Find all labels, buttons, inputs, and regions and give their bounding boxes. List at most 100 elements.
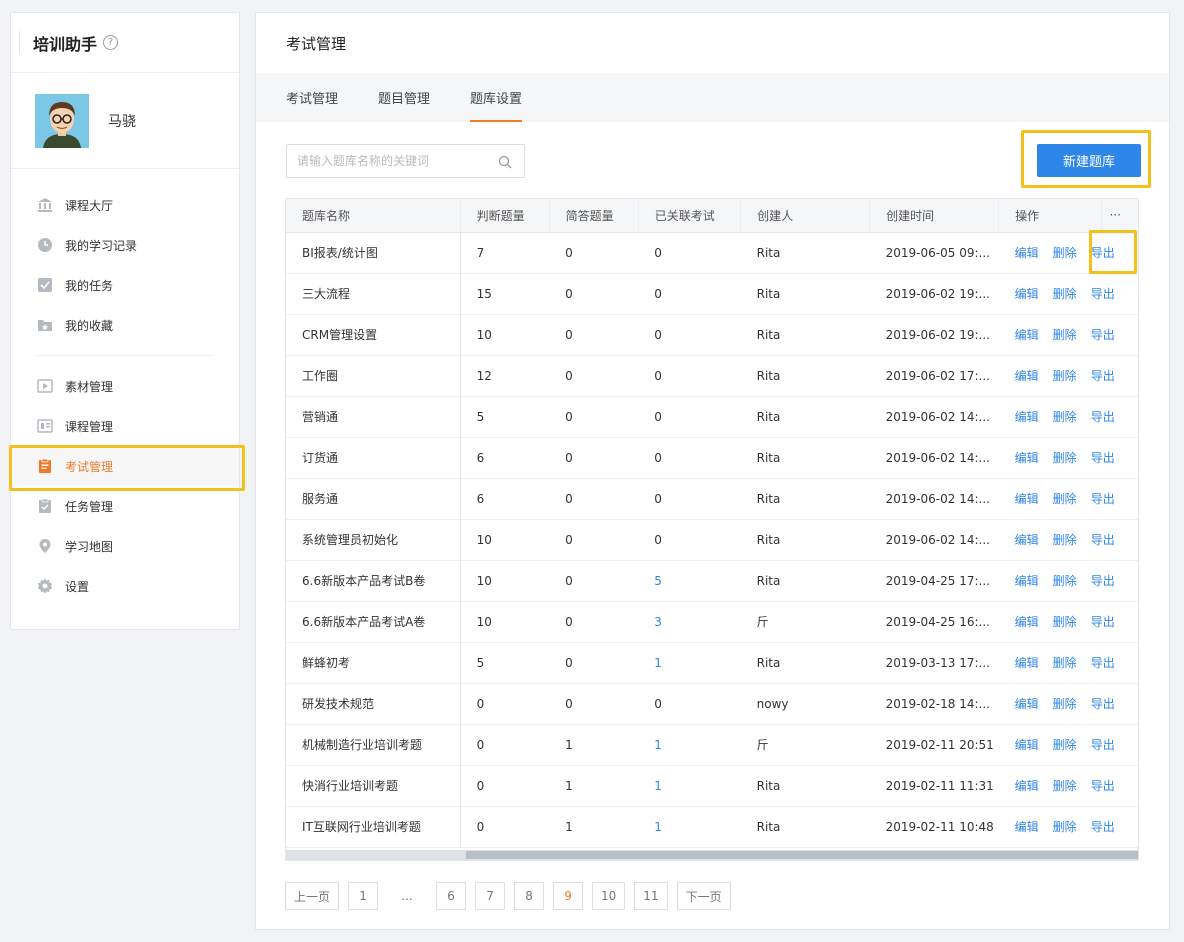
page-8[interactable]: 8 bbox=[514, 882, 545, 910]
sidebar-item-label: 学习地图 bbox=[65, 539, 114, 554]
export-link[interactable]: 导出 bbox=[1091, 492, 1115, 506]
sidebar-item-learning-record[interactable]: 我的学习记录 bbox=[11, 225, 239, 265]
delete-link[interactable]: 删除 bbox=[1053, 533, 1077, 547]
cell-ops: 编辑 删除 导出 bbox=[998, 806, 1138, 848]
delete-link[interactable]: 删除 bbox=[1053, 492, 1077, 506]
edit-link[interactable]: 编辑 bbox=[1015, 697, 1039, 711]
edit-link[interactable]: 编辑 bbox=[1015, 410, 1039, 424]
export-link[interactable]: 导出 bbox=[1091, 820, 1115, 834]
horizontal-scrollbar[interactable] bbox=[286, 850, 1138, 860]
sidebar-item-course-hall[interactable]: 课程大厅 bbox=[11, 185, 239, 225]
edit-link[interactable]: 编辑 bbox=[1015, 656, 1039, 670]
delete-link[interactable]: 删除 bbox=[1053, 820, 1077, 834]
tab-exam-manage[interactable]: 考试管理 bbox=[286, 73, 338, 122]
scrollbar-thumb[interactable] bbox=[466, 851, 1138, 859]
export-link[interactable]: 导出 bbox=[1091, 328, 1115, 342]
delete-link[interactable]: 删除 bbox=[1053, 287, 1077, 301]
page-10[interactable]: 10 bbox=[592, 882, 626, 910]
delete-link[interactable]: 删除 bbox=[1053, 369, 1077, 383]
tab-question-manage[interactable]: 题目管理 bbox=[378, 73, 430, 122]
page-11[interactable]: 11 bbox=[634, 882, 668, 910]
export-link[interactable]: 导出 bbox=[1091, 451, 1115, 465]
delete-link[interactable]: 删除 bbox=[1053, 615, 1077, 629]
column-header-name[interactable]: 题库名称 bbox=[286, 199, 461, 233]
column-header-judge[interactable]: 判断题量 bbox=[460, 199, 550, 233]
export-link[interactable]: 导出 bbox=[1091, 369, 1115, 383]
cell-created-time: 2019-06-02 14:... bbox=[869, 437, 999, 479]
sidebar-item-favorites[interactable]: 我的收藏 bbox=[11, 305, 239, 345]
export-link[interactable]: 导出 bbox=[1091, 656, 1115, 670]
bank-table: 题库名称 判断题量 简答题量 已关联考试 创建人 创建时间 操作 ··· BI报… bbox=[285, 198, 1139, 861]
export-link[interactable]: 导出 bbox=[1091, 410, 1115, 424]
sidebar-item-my-tasks[interactable]: 我的任务 bbox=[11, 265, 239, 305]
sidebar-item-settings[interactable]: 设置 bbox=[11, 566, 239, 606]
column-header-linked[interactable]: 已关联考试 bbox=[638, 199, 742, 233]
edit-link[interactable]: 编辑 bbox=[1015, 738, 1039, 752]
page-1[interactable]: 1 bbox=[348, 882, 379, 910]
column-header-creator[interactable]: 创建人 bbox=[740, 199, 871, 233]
delete-link[interactable]: 删除 bbox=[1053, 779, 1077, 793]
edit-link[interactable]: 编辑 bbox=[1015, 492, 1039, 506]
cell-linked-exams[interactable]: 1 bbox=[638, 806, 741, 848]
cell-linked-exams: 0 bbox=[638, 355, 741, 397]
delete-link[interactable]: 删除 bbox=[1053, 246, 1077, 260]
cell-essay-count: 0 bbox=[549, 683, 639, 725]
edit-link[interactable]: 编辑 bbox=[1015, 369, 1039, 383]
cell-essay-count: 0 bbox=[549, 273, 639, 315]
export-link[interactable]: 导出 bbox=[1091, 697, 1115, 711]
edit-link[interactable]: 编辑 bbox=[1015, 779, 1039, 793]
search-icon[interactable] bbox=[498, 155, 512, 172]
sidebar-item-learning-map[interactable]: 学习地图 bbox=[11, 526, 239, 566]
edit-link[interactable]: 编辑 bbox=[1015, 246, 1039, 260]
export-link[interactable]: 导出 bbox=[1091, 738, 1115, 752]
cell-linked-exams[interactable]: 5 bbox=[638, 560, 741, 602]
edit-link[interactable]: 编辑 bbox=[1015, 533, 1039, 547]
table-row: 工作圈 12 0 0 Rita 2019-06-02 17:... 编辑 删除 导出 bbox=[286, 355, 1138, 397]
delete-link[interactable]: 删除 bbox=[1053, 574, 1077, 588]
help-icon[interactable]: ? bbox=[103, 35, 119, 50]
prev-page-button[interactable]: 上一页 bbox=[285, 882, 340, 910]
tab-bar: 考试管理 题目管理 题库设置 bbox=[256, 73, 1169, 122]
export-link[interactable]: 导出 bbox=[1091, 574, 1115, 588]
edit-link[interactable]: 编辑 bbox=[1015, 574, 1039, 588]
delete-link[interactable]: 删除 bbox=[1053, 328, 1077, 342]
export-link[interactable]: 导出 bbox=[1091, 246, 1115, 260]
sidebar-item-task-manage[interactable]: 任务管理 bbox=[11, 486, 239, 526]
table-row: 6.6新版本产品考试A卷 10 0 3 斤 2019-04-25 16:... 编辑 删除 导出 bbox=[286, 601, 1138, 643]
cell-linked-exams[interactable]: 1 bbox=[638, 765, 741, 807]
column-header-time[interactable]: 创建时间 bbox=[869, 199, 1000, 233]
search-input[interactable] bbox=[297, 154, 487, 168]
export-link[interactable]: 导出 bbox=[1091, 615, 1115, 629]
cell-linked-exams[interactable]: 3 bbox=[638, 601, 741, 643]
sidebar-item-material[interactable]: 素材管理 bbox=[11, 366, 239, 406]
cell-ops: 编辑 删除 导出 bbox=[998, 519, 1138, 561]
new-bank-button[interactable]: 新建题库 bbox=[1037, 144, 1141, 177]
cell-linked-exams[interactable]: 1 bbox=[638, 642, 741, 684]
edit-link[interactable]: 编辑 bbox=[1015, 328, 1039, 342]
edit-link[interactable]: 编辑 bbox=[1015, 451, 1039, 465]
page-7[interactable]: 7 bbox=[475, 882, 506, 910]
column-header-essay[interactable]: 简答题量 bbox=[549, 199, 639, 233]
sidebar-item-course-manage[interactable]: 课程管理 bbox=[11, 406, 239, 446]
cell-ops: 编辑 删除 导出 bbox=[998, 273, 1138, 315]
tab-bank-settings[interactable]: 题库设置 bbox=[470, 73, 523, 122]
delete-link[interactable]: 删除 bbox=[1053, 410, 1077, 424]
page-9-current[interactable]: 9 bbox=[553, 882, 584, 910]
export-link[interactable]: 导出 bbox=[1091, 287, 1115, 301]
edit-link[interactable]: 编辑 bbox=[1015, 287, 1039, 301]
edit-link[interactable]: 编辑 bbox=[1015, 820, 1039, 834]
delete-link[interactable]: 删除 bbox=[1053, 656, 1077, 670]
delete-link[interactable]: 删除 bbox=[1053, 451, 1077, 465]
page-6[interactable]: 6 bbox=[436, 882, 467, 910]
next-page-button[interactable]: 下一页 bbox=[676, 882, 731, 910]
edit-link[interactable]: 编辑 bbox=[1015, 615, 1039, 629]
sidebar-item-exam-manage[interactable]: 考试管理 bbox=[9, 445, 245, 491]
delete-link[interactable]: 删除 bbox=[1053, 738, 1077, 752]
cell-name: 工作圈 bbox=[286, 355, 461, 397]
export-link[interactable]: 导出 bbox=[1091, 779, 1115, 793]
avatar[interactable] bbox=[35, 93, 89, 148]
delete-link[interactable]: 删除 bbox=[1053, 697, 1077, 711]
column-settings-more[interactable]: ··· bbox=[1101, 199, 1138, 233]
cell-linked-exams[interactable]: 1 bbox=[638, 724, 741, 766]
export-link[interactable]: 导出 bbox=[1091, 533, 1115, 547]
